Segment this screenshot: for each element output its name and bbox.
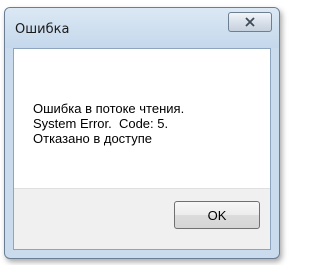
- ok-button[interactable]: OK: [174, 201, 260, 229]
- message-line-2: System Error. Code: 5.: [33, 116, 169, 131]
- message-line-1: Ошибка в потоке чтения.: [33, 101, 185, 116]
- close-button[interactable]: [228, 12, 272, 32]
- button-bar: OK: [14, 188, 270, 249]
- error-dialog: Ошибка Ошибка в потоке чтения. System Er…: [4, 7, 280, 259]
- dialog-body: Ошибка в потоке чтения. System Error. Co…: [13, 48, 271, 250]
- close-icon: [244, 17, 256, 27]
- title-bar[interactable]: Ошибка: [5, 8, 279, 48]
- message-line-3: Отказано в доступе: [33, 131, 153, 146]
- error-message: Ошибка в потоке чтения. System Error. Co…: [33, 101, 184, 146]
- dialog-title: Ошибка: [15, 22, 70, 37]
